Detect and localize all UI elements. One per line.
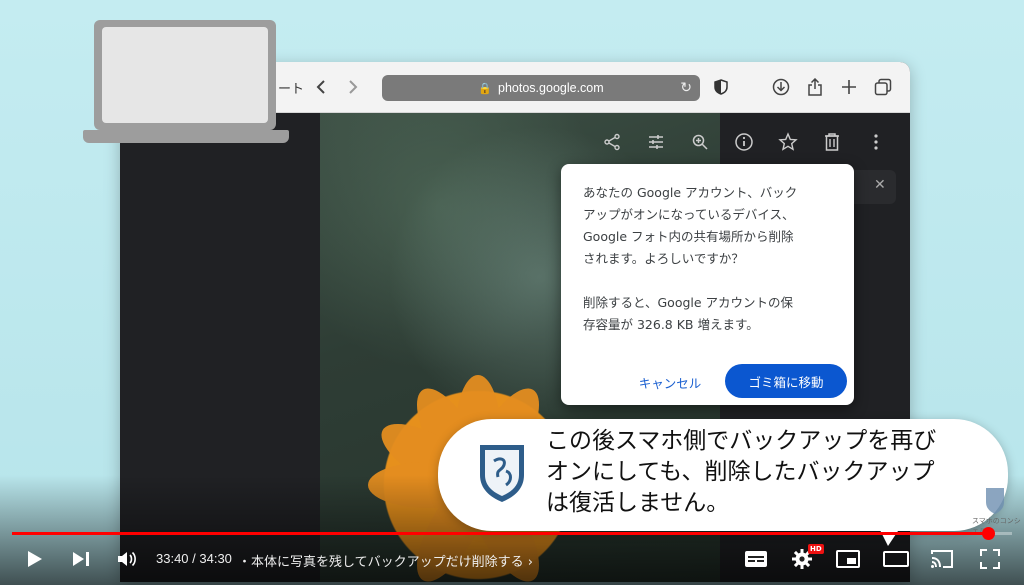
theater-icon[interactable] [882, 545, 910, 573]
address-bar[interactable]: 🔒 photos.google.com ↻ [382, 75, 700, 101]
dialog-message: あなたの Google アカウント、バック アップがオンになっているデバイス、 … [583, 185, 798, 332]
time-display: 33:40 / 34:30 [156, 551, 232, 566]
back-icon[interactable] [310, 76, 332, 98]
cancel-button[interactable]: キャンセル [631, 366, 709, 398]
zoom-icon[interactable] [687, 129, 713, 155]
play-icon[interactable] [22, 545, 48, 573]
miniplayer-icon[interactable] [834, 545, 862, 573]
subtitles-icon[interactable] [742, 545, 770, 573]
share-icon[interactable] [599, 129, 625, 155]
chapter-title-text: ・本体に写真を残してバックアップだけ削除する [238, 555, 524, 570]
lock-icon: 🔒 [478, 82, 493, 95]
new-tab-icon[interactable] [838, 76, 860, 98]
close-icon[interactable]: ✕ [874, 177, 886, 193]
subtitle-text: この後スマホ側でバックアップを再び オンにしても、削除したバックアップ は復活し… [546, 428, 937, 516]
progress-fill [12, 532, 988, 535]
share-icon[interactable] [804, 76, 826, 98]
next-icon[interactable] [68, 545, 94, 573]
reload-icon[interactable]: ↻ [680, 79, 692, 96]
more-icon[interactable] [863, 129, 889, 155]
chapter-title[interactable]: ・本体に写真を残してバックアップだけ削除する › [238, 551, 533, 570]
laptop-icon [94, 20, 276, 130]
url-text: photos.google.com [498, 81, 604, 95]
cast-icon[interactable] [928, 545, 956, 573]
move-to-trash-button[interactable]: ゴミ箱に移動 [725, 364, 847, 398]
chevron-right-icon: › [527, 555, 533, 570]
hd-badge: HD [808, 544, 824, 554]
delete-confirm-dialog: あなたの Google アカウント、バック アップがオンになっているデバイス、 … [561, 164, 854, 405]
channel-logo-icon [480, 445, 524, 502]
shield-icon[interactable] [710, 76, 732, 98]
forward-icon[interactable] [342, 76, 364, 98]
tab-title-fragment: ート [278, 81, 305, 96]
progress-scrubber[interactable] [982, 527, 995, 540]
progress-bar[interactable] [12, 527, 1012, 540]
volume-icon[interactable] [114, 545, 140, 573]
tabs-icon[interactable] [872, 76, 894, 98]
star-icon[interactable] [775, 129, 801, 155]
edit-icon[interactable] [643, 129, 669, 155]
download-icon[interactable] [770, 76, 792, 98]
laptop-base [83, 130, 289, 143]
info-icon[interactable] [731, 129, 757, 155]
trash-icon[interactable] [819, 129, 845, 155]
fullscreen-icon[interactable] [976, 545, 1004, 573]
